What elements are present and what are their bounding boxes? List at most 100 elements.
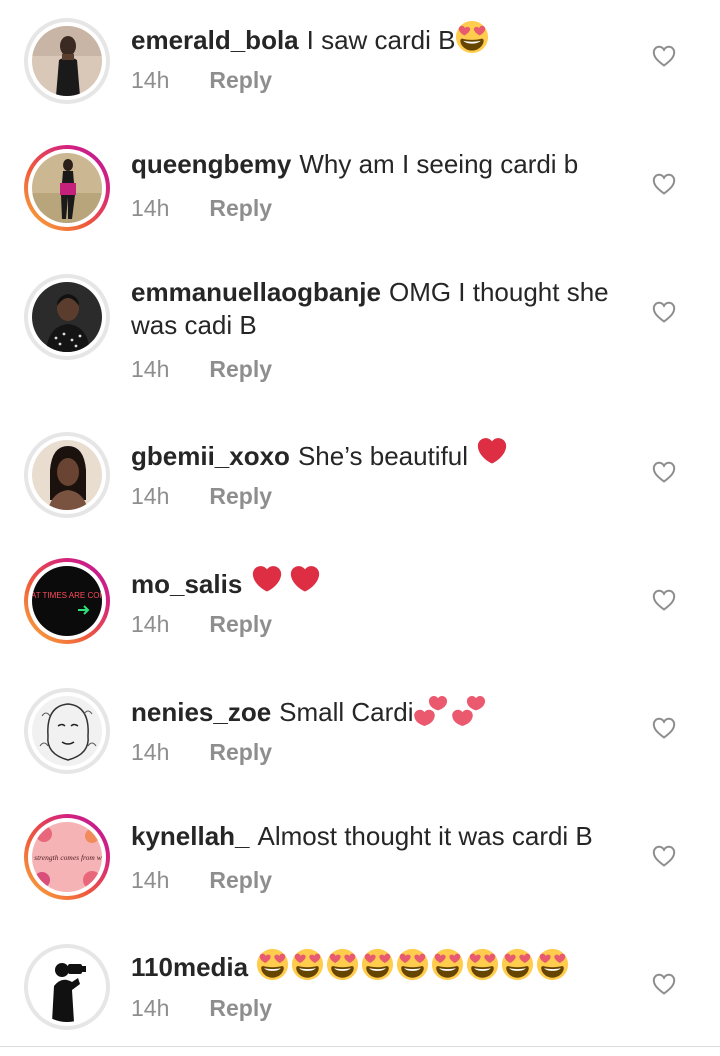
red-heart-emoji-icon [475,436,509,470]
heart-eyes-emoji-icon [536,948,569,981]
avatar-photo [32,440,102,510]
comment-time: 14h [131,195,170,221]
reply-button[interactable]: Reply [209,739,272,766]
heart-eyes-emoji-icon [501,948,534,981]
comment-meta: 14h Reply [131,867,272,894]
like-button[interactable] [650,459,678,485]
comment-text: Why am I seeing cardi b [299,149,579,179]
heart-eyes-emoji-icon [361,948,394,981]
comment-body: gbemii_xoxo She’s beautiful [131,436,631,473]
comment-text: She’s beautiful [297,441,476,471]
like-button[interactable] [650,715,678,741]
like-button[interactable] [650,843,678,869]
avatar[interactable] [24,18,110,104]
comment-time: 14h [131,356,170,382]
like-button[interactable] [650,43,678,69]
comment-body: mo_salis [131,564,631,601]
avatar-photo [32,696,102,766]
comment-meta: 14h Reply [131,356,272,383]
bottom-divider [0,1046,720,1047]
comment-item: queengbemy Why am I seeing cardi b 14h Re… [0,128,720,256]
comment-time: 14h [131,995,170,1021]
comment-meta: 14h Reply [131,195,272,222]
avatar[interactable] [24,944,110,1030]
heart-eyes-emoji-icon [455,20,489,54]
comment-body: nenies_zoe Small Cardi [131,692,631,729]
comment-meta: 14h Reply [131,739,272,766]
two-hearts-emoji-icon [414,692,448,726]
two-hearts-emoji-icon [452,692,486,726]
avatar-photo: GREAT TIMES ARE COMING [32,566,102,636]
comment-item: nenies_zoe Small Cardi 14h Reply [0,672,720,800]
avatar-story-ring[interactable] [24,145,110,231]
comment-time: 14h [131,867,170,893]
comment-text: Small Cardi [279,697,414,727]
emoji-group [455,20,489,54]
comment-item: GREAT TIMES ARE COMING mo_salis 14h Repl… [0,544,720,672]
red-heart-emoji-icon [250,564,284,598]
comment-time: 14h [131,739,170,765]
comment-text: Almost thought it was cardi B [257,821,593,851]
reply-button[interactable]: Reply [209,611,272,638]
heart-outline-icon [652,589,676,611]
comment-username[interactable]: emerald_bola [131,25,299,55]
avatar-neon-text: GREAT TIMES ARE COMING [32,591,102,600]
like-button[interactable] [650,971,678,997]
comment-username[interactable]: emmanuellaogbanje [131,277,381,307]
reply-button[interactable]: Reply [209,483,272,510]
heart-eyes-emoji-icon [256,948,289,981]
avatar-photo [32,153,102,223]
comment-username[interactable]: gbemii_xoxo [131,441,290,471]
comment-username[interactable]: 110media [131,952,248,982]
comment-body: emmanuellaogbanje OMG I thought she was c… [131,276,631,342]
emoji-group [414,692,486,726]
reply-button[interactable]: Reply [209,356,272,383]
heart-outline-icon [652,973,676,995]
comment-meta: 14h Reply [131,67,272,94]
like-button[interactable] [650,587,678,613]
comment-item: emerald_bola I saw cardi B 14h Reply [0,0,720,128]
like-button[interactable] [650,299,678,325]
emoji-group [250,564,322,598]
avatar-photo: True strength comes from within [32,822,102,892]
reply-button[interactable]: Reply [209,67,272,94]
comment-username[interactable]: nenies_zoe [131,697,271,727]
heart-eyes-emoji-icon [466,948,499,981]
heart-eyes-emoji-icon [291,948,324,981]
comment-meta: 14h Reply [131,483,272,510]
avatar-story-ring[interactable]: GREAT TIMES ARE COMING [24,558,110,644]
avatar-photo [32,26,102,96]
comment-item: gbemii_xoxo She’s beautiful 14h Reply [0,416,720,544]
red-heart-emoji-icon [288,564,322,598]
comment-item: True strength comes from within kynellah… [0,800,720,928]
avatar[interactable] [24,688,110,774]
avatar[interactable] [24,432,110,518]
reply-button[interactable]: Reply [209,867,272,894]
comment-meta: 14h Reply [131,995,272,1022]
comment-username[interactable]: queengbemy [131,149,291,179]
comment-username[interactable]: kynellah_ [131,821,250,851]
avatar-quote-text: True strength comes from within [32,853,102,862]
reply-button[interactable]: Reply [209,195,272,222]
comment-body: 110media [131,948,651,984]
heart-eyes-emoji-icon [326,948,359,981]
reply-button[interactable]: Reply [209,995,272,1022]
comment-body: kynellah_ Almost thought it was cardi B [131,820,631,853]
comment-body: emerald_bola I saw cardi B [131,20,631,57]
comment-body: queengbemy Why am I seeing cardi b [131,148,631,181]
emoji-group [475,436,509,470]
comment-time: 14h [131,611,170,637]
like-button[interactable] [650,171,678,197]
avatar-photo [32,952,102,1022]
heart-outline-icon [652,45,676,67]
comment-item: 110media 14h Reply [0,928,720,1056]
avatar-story-ring[interactable]: True strength comes from within [24,814,110,900]
heart-outline-icon [652,301,676,323]
heart-eyes-emoji-icon [431,948,464,981]
avatar-photo [32,282,102,352]
comment-meta: 14h Reply [131,611,272,638]
comment-username[interactable]: mo_salis [131,569,242,599]
comment-time: 14h [131,67,170,93]
heart-outline-icon [652,717,676,739]
avatar[interactable] [24,274,110,360]
